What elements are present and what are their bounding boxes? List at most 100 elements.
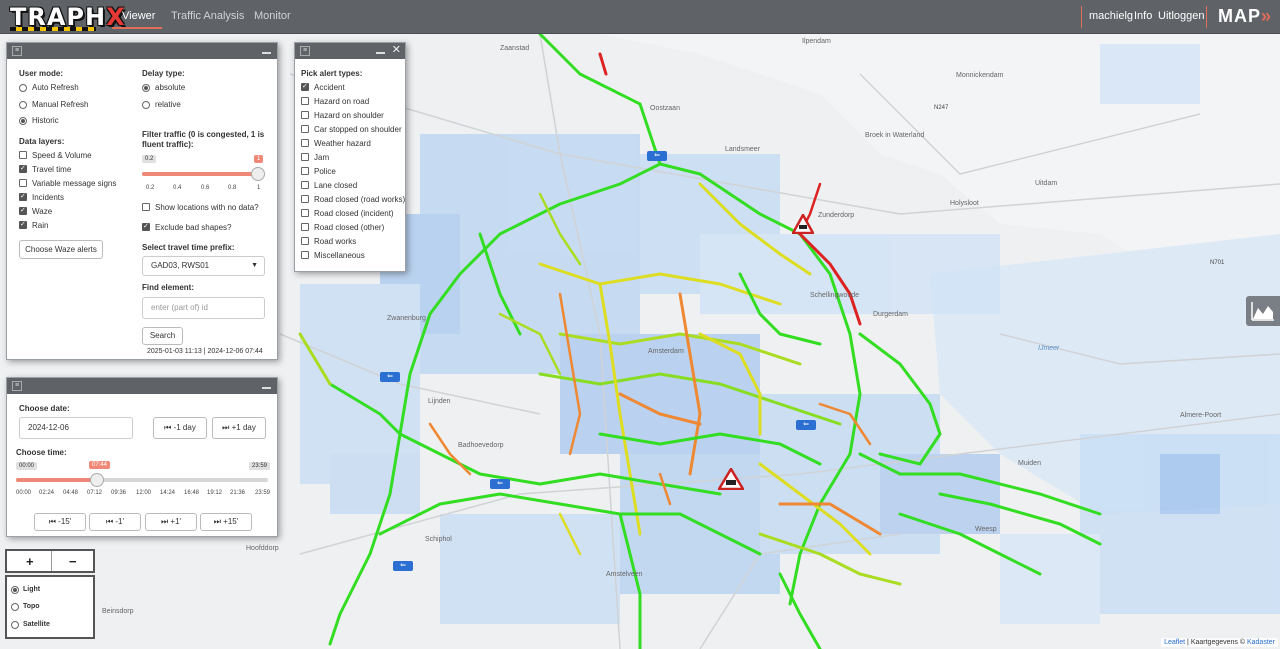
map-label-amstelveen: Amstelveen bbox=[606, 571, 643, 578]
radio-basemap-satellite[interactable] bbox=[11, 621, 19, 629]
check-alert-type[interactable] bbox=[301, 195, 309, 203]
check-alert-type[interactable] bbox=[301, 97, 309, 105]
check-show-no-data[interactable] bbox=[142, 203, 150, 211]
alert-type-label: Miscellaneous bbox=[314, 251, 365, 260]
tab-viewer[interactable]: Viewer bbox=[122, 10, 155, 22]
check-alert-type[interactable] bbox=[301, 181, 309, 189]
alert-type-label: Accident bbox=[314, 83, 345, 92]
check-alert-type[interactable] bbox=[301, 111, 309, 119]
check-alert-type[interactable] bbox=[301, 167, 309, 175]
kadaster-link[interactable]: Kadaster bbox=[1247, 639, 1275, 646]
map-label-schellingwoude: Schellingwoude bbox=[810, 292, 860, 299]
tab-monitor[interactable]: Monitor bbox=[254, 10, 291, 22]
check-alert-type[interactable] bbox=[301, 223, 309, 231]
panel-header[interactable]: ≡ ✕ bbox=[295, 43, 405, 59]
highway-sign-icon[interactable]: ⇐ bbox=[796, 420, 816, 430]
zoom-out-button[interactable]: − bbox=[69, 554, 77, 569]
choose-waze-alerts-button[interactable]: Choose Waze alerts bbox=[19, 240, 103, 259]
leaflet-link[interactable]: Leaflet bbox=[1164, 639, 1185, 646]
user-mode-label: User mode: bbox=[19, 69, 64, 78]
time-max-badge: 23:59 bbox=[249, 462, 271, 470]
check-alert-type[interactable] bbox=[301, 251, 309, 259]
chart-panel-button[interactable] bbox=[1246, 296, 1280, 326]
accident-alert-icon[interactable] bbox=[792, 214, 814, 234]
choose-date-label: Choose date: bbox=[19, 404, 70, 413]
minus-15-button[interactable]: ⏮ -15' bbox=[34, 513, 86, 531]
highway-sign-icon[interactable]: ⇐ bbox=[393, 561, 413, 571]
accident-alert-icon[interactable] bbox=[718, 468, 744, 490]
check-incidents[interactable] bbox=[19, 192, 27, 201]
highway-sign-icon[interactable]: ⇐ bbox=[490, 479, 510, 489]
find-element-input[interactable]: enter (part of) id bbox=[142, 297, 265, 319]
radio-auto-refresh[interactable] bbox=[19, 84, 27, 92]
zoom-in-button[interactable]: + bbox=[26, 554, 34, 569]
minus-one-day-button[interactable]: ⏮ -1 day bbox=[153, 417, 207, 439]
time-tick: 09:36 bbox=[111, 490, 127, 496]
data-range-text: 2025-01-03 11:13 | 2024-12-06 07:44 bbox=[147, 348, 263, 355]
check-travel-time[interactable] bbox=[19, 164, 27, 173]
plus-15-button[interactable]: ⏭ +15' bbox=[200, 513, 252, 531]
search-button[interactable]: Search bbox=[142, 327, 183, 345]
radio-basemap-topo[interactable] bbox=[11, 603, 19, 611]
close-icon[interactable]: ✕ bbox=[392, 44, 401, 56]
minimize-icon[interactable] bbox=[262, 52, 271, 54]
radio-manual-refresh[interactable] bbox=[19, 101, 27, 109]
map-brand-logo: MAP» bbox=[1218, 6, 1273, 26]
drag-handle-icon[interactable]: ≡ bbox=[12, 381, 22, 391]
highway-sign-icon[interactable]: ⇐ bbox=[647, 151, 667, 161]
radio-relative[interactable] bbox=[142, 101, 150, 109]
date-input[interactable]: 2024-12-06 bbox=[19, 417, 133, 439]
check-alert-type[interactable] bbox=[301, 237, 309, 245]
time-tick: 07:12 bbox=[87, 490, 103, 496]
map-label-n247: N247 bbox=[934, 105, 949, 111]
time-slider-handle[interactable] bbox=[90, 473, 105, 487]
panel-header[interactable]: ≡ bbox=[7, 43, 277, 59]
nav-separator bbox=[1081, 6, 1082, 28]
check-alert-type[interactable] bbox=[301, 139, 309, 147]
radio-basemap-light[interactable] bbox=[11, 586, 19, 594]
map-label-lijnden: Lijnden bbox=[428, 398, 451, 405]
panel-header[interactable]: ≡ bbox=[7, 378, 277, 394]
logout-link[interactable]: Uitloggen bbox=[1158, 10, 1204, 22]
exclude-bad-shapes-label: Exclude bad shapes? bbox=[155, 223, 232, 232]
drag-handle-icon[interactable]: ≡ bbox=[12, 46, 22, 56]
step-back-icon: ⏮ bbox=[105, 517, 116, 526]
nav-separator bbox=[1206, 6, 1207, 28]
map-label-amsterdam: Amsterdam bbox=[648, 348, 684, 355]
time-tick: 14:24 bbox=[160, 490, 176, 496]
check-alert-type[interactable] bbox=[301, 209, 309, 217]
plus-1-button[interactable]: ⏭ +1' bbox=[145, 513, 197, 531]
radio-absolute[interactable] bbox=[142, 84, 150, 92]
highway-sign-icon[interactable]: ⇐ bbox=[380, 372, 400, 382]
check-vms[interactable] bbox=[19, 179, 27, 187]
skip-forward-icon: ⏭ bbox=[222, 423, 232, 432]
radio-historic[interactable] bbox=[19, 117, 27, 125]
check-alert-type[interactable] bbox=[301, 82, 309, 91]
map-label-hoofddorp: Hoofddorp bbox=[246, 545, 279, 552]
check-speed-volume[interactable] bbox=[19, 151, 27, 159]
check-exclude-bad-shapes[interactable] bbox=[142, 222, 150, 231]
prefix-label: Select travel time prefix: bbox=[142, 243, 235, 252]
check-rain[interactable] bbox=[19, 220, 27, 229]
prefix-select[interactable]: GAD03, RWS01 ▼ bbox=[142, 256, 265, 276]
basemap-label: Satellite bbox=[23, 621, 50, 628]
auto-refresh-label: Auto Refresh bbox=[32, 83, 79, 92]
absolute-label: absolute bbox=[155, 83, 186, 92]
filter-slider-handle[interactable] bbox=[251, 167, 265, 181]
map-label-durgerdam: Durgerdam bbox=[873, 311, 909, 318]
user-link[interactable]: machielg bbox=[1089, 10, 1133, 22]
minus-1-button[interactable]: ⏮ -1' bbox=[89, 513, 141, 531]
plus-one-day-button[interactable]: ⏭ +1 day bbox=[212, 417, 266, 439]
tab-traffic-analysis[interactable]: Traffic Analysis bbox=[171, 10, 244, 22]
map-label-almere-poort: Almere-Poort bbox=[1180, 412, 1222, 419]
check-alert-type[interactable] bbox=[301, 125, 309, 133]
filter-max-value: 1 bbox=[254, 155, 264, 163]
minimize-icon[interactable] bbox=[262, 387, 271, 389]
drag-handle-icon[interactable]: ≡ bbox=[300, 46, 310, 56]
time-tick: 00:00 bbox=[16, 490, 32, 496]
check-alert-type[interactable] bbox=[301, 153, 309, 161]
check-waze[interactable] bbox=[19, 206, 27, 215]
layer-label: Travel time bbox=[32, 165, 72, 174]
minimize-icon[interactable] bbox=[376, 52, 385, 54]
info-link[interactable]: Info bbox=[1134, 10, 1152, 22]
